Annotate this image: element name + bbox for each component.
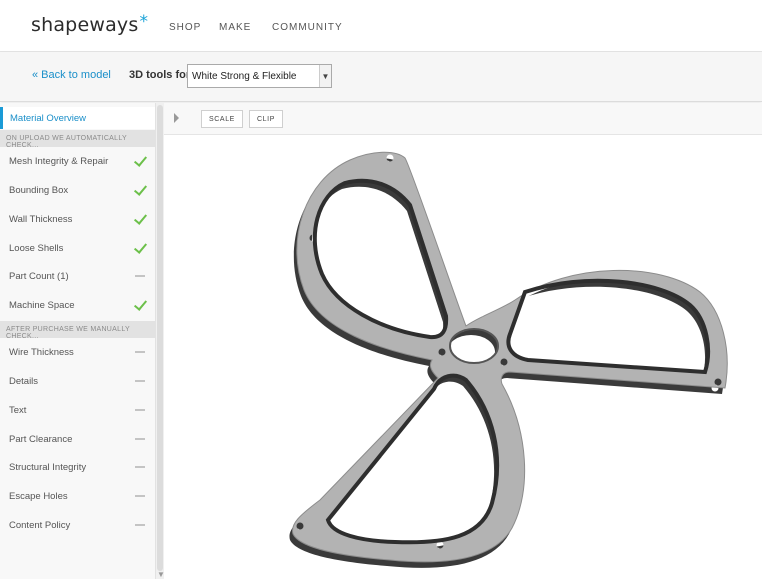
tools-bar: « Back to model 3D tools for White Stron… — [0, 52, 762, 102]
check-label: Structural Integrity — [9, 462, 87, 473]
dash-icon — [133, 432, 147, 446]
checkmark-icon — [133, 183, 147, 197]
checkmark-icon — [133, 154, 147, 168]
check-item-structural-integrity[interactable]: Structural Integrity — [0, 454, 155, 482]
check-item-wire-thickness[interactable]: Wire Thickness — [0, 339, 155, 367]
nav-community-link[interactable]: COMMUNITY — [272, 22, 343, 33]
check-label: Machine Space — [9, 300, 75, 311]
check-item-part-clearance[interactable]: Part Clearance — [0, 426, 155, 454]
check-item-content-policy[interactable]: Content Policy — [0, 512, 155, 540]
checkmark-icon — [133, 241, 147, 255]
check-label: Part Clearance — [9, 434, 73, 445]
dash-icon — [133, 518, 147, 532]
check-item-wall-thickness[interactable]: Wall Thickness — [0, 206, 155, 234]
dash-icon — [133, 403, 147, 417]
sidebar-item-material-overview[interactable]: Material Overview — [0, 107, 155, 129]
check-label: Wall Thickness — [9, 214, 73, 225]
tools-label: 3D tools for — [129, 69, 191, 81]
chevron-down-icon: ▼ — [319, 65, 331, 87]
check-label: Mesh Integrity & Repair — [9, 156, 109, 167]
nav-shop-link[interactable]: SHOP — [169, 22, 201, 33]
dash-icon — [133, 489, 147, 503]
fan-model-render — [289, 151, 728, 568]
check-item-loose-shells[interactable]: Loose Shells — [0, 235, 155, 263]
manual-checks-header: AFTER PURCHASE WE MANUALLY CHECK... — [0, 321, 155, 340]
checks-sidebar: Material Overview ON UPLOAD WE AUTOMATIC… — [0, 103, 155, 579]
checkmark-icon — [133, 298, 147, 312]
scale-button[interactable]: SCALE — [201, 110, 243, 128]
nav-make-link[interactable]: MAKE — [219, 22, 251, 33]
top-nav: shapeways* SHOP MAKE COMMUNITY — [0, 0, 762, 52]
sidebar-item-label: Material Overview — [10, 113, 87, 124]
expand-panel-icon[interactable] — [174, 113, 179, 123]
check-item-bounding-box[interactable]: Bounding Box — [0, 177, 155, 205]
dash-icon — [133, 460, 147, 474]
scrollbar-thumb[interactable] — [157, 105, 163, 571]
check-label: Escape Holes — [9, 491, 68, 502]
check-label: Details — [9, 376, 39, 387]
sidebar-scrollbar[interactable]: ▼ — [155, 103, 165, 579]
viewer-toolbar: SCALE CLIP — [164, 103, 762, 135]
check-item-text[interactable]: Text — [0, 397, 155, 425]
check-label: Content Policy — [9, 520, 71, 531]
back-to-model-link[interactable]: « Back to model — [32, 69, 111, 81]
check-item-details[interactable]: Details — [0, 368, 155, 396]
material-select-value: White Strong & Flexible — [192, 71, 297, 82]
clip-button[interactable]: CLIP — [249, 110, 283, 128]
shapeways-logo[interactable]: shapeways* — [31, 12, 149, 36]
check-label: Bounding Box — [9, 185, 69, 196]
logo-text: shapeways — [31, 14, 139, 36]
check-item-mesh-integrity[interactable]: Mesh Integrity & Repair — [0, 148, 155, 176]
model-viewport[interactable] — [164, 136, 762, 579]
check-label: Wire Thickness — [9, 347, 74, 358]
logo-star-icon: * — [139, 12, 149, 32]
check-item-escape-holes[interactable]: Escape Holes — [0, 483, 155, 511]
dash-icon — [133, 269, 147, 283]
check-label: Loose Shells — [9, 243, 64, 254]
check-item-part-count[interactable]: Part Count (1) — [0, 263, 155, 291]
check-label: Part Count (1) — [9, 271, 69, 282]
check-label: Text — [9, 405, 27, 416]
dash-icon — [133, 345, 147, 359]
checkmark-icon — [133, 212, 147, 226]
dash-icon — [133, 374, 147, 388]
material-select[interactable]: White Strong & Flexible ▼ — [187, 64, 332, 88]
check-item-machine-space[interactable]: Machine Space — [0, 292, 155, 320]
auto-checks-header: ON UPLOAD WE AUTOMATICALLY CHECK... — [0, 130, 155, 149]
